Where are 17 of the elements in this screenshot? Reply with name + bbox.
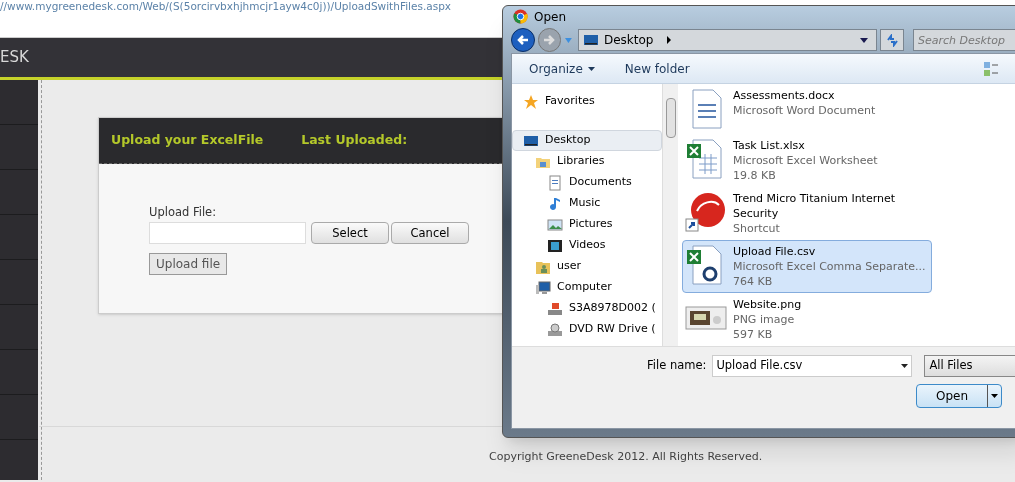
- file-name: Trend Micro Titanium Internet Security: [733, 191, 897, 221]
- copyright-text: Copyright GreeneDesk 2012. All Rights Reserved.: [489, 450, 763, 464]
- field-label: Upload File:: [149, 204, 218, 221]
- file-type: PNG image: [733, 312, 796, 327]
- file-name: Website.png: [733, 297, 803, 312]
- file-name-label: File name:: [647, 357, 707, 375]
- file-type: Microsoft Excel Worksheet: [733, 153, 879, 168]
- file-name: Upload File.csv: [733, 244, 817, 259]
- file-type: Microsoft Excel Comma Separate...: [733, 259, 923, 274]
- dialog-title: Open: [534, 8, 567, 26]
- file-name: Task List.xlsx: [733, 138, 806, 153]
- file-size: 19.8 KB: [733, 168, 777, 183]
- file-name: Assessments.docx: [733, 88, 836, 103]
- file-type: Shortcut: [733, 221, 781, 236]
- file-size: 764 KB: [733, 274, 774, 289]
- file-size: 597 KB: [733, 327, 774, 342]
- file-type: Microsoft Word Document: [733, 103, 877, 118]
